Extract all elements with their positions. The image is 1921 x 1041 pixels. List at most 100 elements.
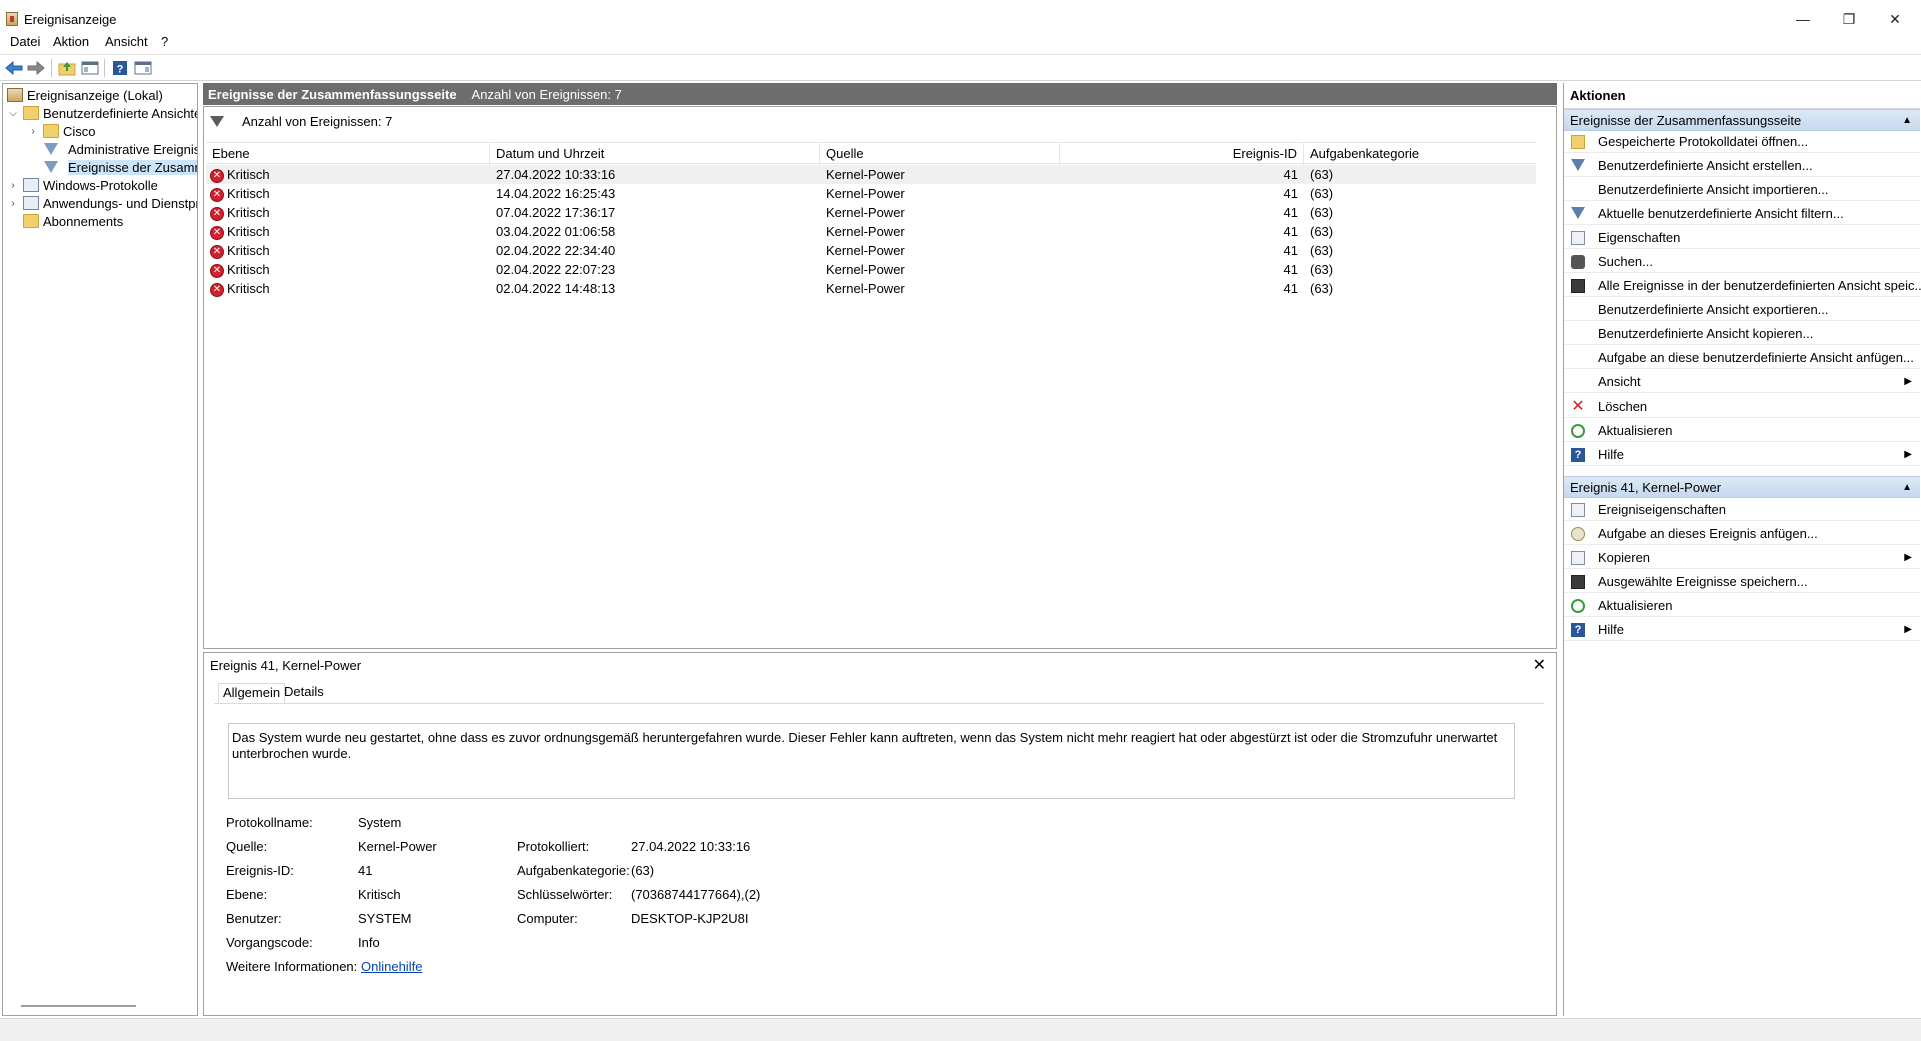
- source-cell: Kernel-Power: [826, 262, 905, 277]
- action-open-saved-log[interactable]: Gespeicherte Protokolldatei öffnen...: [1564, 131, 1920, 153]
- tree-item-root[interactable]: Ereignisanzeige (Lokal): [7, 86, 163, 104]
- opcode-label: Vorgangscode:: [226, 935, 313, 950]
- folder-up-icon[interactable]: [57, 59, 77, 77]
- event-viewer-icon: [7, 88, 23, 102]
- help-icon[interactable]: ?: [110, 59, 130, 77]
- action-event-properties[interactable]: Ereigniseigenschaften: [1564, 499, 1920, 521]
- column-header-level[interactable]: Ebene: [206, 143, 490, 165]
- attach-task-icon: [1571, 527, 1585, 541]
- action-create-custom-view[interactable]: Benutzerdefinierte Ansicht erstellen...: [1564, 155, 1920, 177]
- action-label: Kopieren: [1598, 550, 1651, 565]
- table-row[interactable]: ✕ Kritisch 02.04.2022 14:48:13 Kernel-Pow…: [206, 279, 1536, 298]
- column-header-datetime[interactable]: Datum und Uhrzeit: [490, 143, 820, 165]
- action-attach-task-event[interactable]: Aufgabe an dieses Ereignis anfügen...: [1564, 523, 1920, 545]
- event-id-value: 41: [358, 863, 373, 878]
- show-hide-tree-icon[interactable]: [80, 59, 100, 77]
- keywords-label: Schlüsselwörter:: [517, 887, 613, 902]
- menu-help[interactable]: ?: [161, 34, 168, 49]
- action-find[interactable]: Suchen...: [1564, 251, 1920, 273]
- level-text: Kritisch: [227, 262, 270, 277]
- toolbar-separator: [51, 59, 52, 77]
- tree-item-app-service-logs[interactable]: › Anwendungs- und Dienstprotokolle: [7, 194, 197, 212]
- forward-arrow-icon[interactable]: [26, 59, 46, 77]
- level-cell: ✕ Kritisch: [210, 222, 270, 241]
- chevron-right-icon[interactable]: ›: [27, 126, 39, 137]
- table-row[interactable]: ✕ Kritisch 27.04.2022 10:33:16 Kernel-Pow…: [206, 165, 1536, 184]
- filter-bar: Anzahl von Ereignissen: 7: [204, 107, 1556, 135]
- column-header-task-category[interactable]: Aufgabenkategorie: [1304, 143, 1536, 165]
- subscriptions-icon: [23, 214, 39, 228]
- horizontal-scrollbar[interactable]: [21, 1005, 136, 1007]
- online-help-link[interactable]: Onlinehilfe: [361, 959, 422, 974]
- action-copy[interactable]: Kopieren ▶: [1564, 547, 1920, 569]
- windows-logs-icon: [23, 178, 39, 192]
- computer-label: Computer:: [517, 911, 578, 926]
- critical-error-icon: ✕: [210, 168, 224, 183]
- action-view-submenu[interactable]: Ansicht ▶: [1564, 371, 1920, 393]
- level-text: Kritisch: [227, 205, 270, 220]
- tree-item-windows-logs[interactable]: › Windows-Protokolle: [7, 176, 158, 194]
- menu-datei[interactable]: Datei: [10, 34, 40, 49]
- menu-ansicht[interactable]: Ansicht: [105, 34, 148, 49]
- action-refresh-event[interactable]: Aktualisieren: [1564, 595, 1920, 617]
- help-icon: ?: [1571, 448, 1585, 462]
- action-save-all-events[interactable]: Alle Ereignisse in der benutzerdefiniert…: [1564, 275, 1921, 297]
- show-hide-action-pane-icon[interactable]: [133, 59, 153, 77]
- action-refresh[interactable]: Aktualisieren: [1564, 420, 1920, 442]
- tree-item-custom-views[interactable]: ⌵ Benutzerdefinierte Ansichten: [7, 104, 197, 122]
- column-header-source[interactable]: Quelle: [820, 143, 1060, 165]
- filter-event-count: Anzahl von Ereignissen: 7: [242, 113, 393, 129]
- action-help[interactable]: ? Hilfe ▶: [1564, 444, 1920, 466]
- event-viewer-app-icon: [6, 12, 18, 26]
- action-filter-current-view[interactable]: Aktuelle benutzerdefinierte Ansicht filt…: [1564, 203, 1920, 225]
- action-export-custom-view[interactable]: Benutzerdefinierte Ansicht exportieren..…: [1564, 299, 1920, 321]
- level-text: Kritisch: [227, 186, 270, 201]
- action-attach-task-view[interactable]: Aufgabe an diese benutzerdefinierte Ansi…: [1564, 347, 1920, 369]
- computer-value: DESKTOP-KJP2U8I: [631, 911, 749, 926]
- level-cell: ✕ Kritisch: [210, 165, 270, 184]
- event-detail-panel: Ereignis 41, Kernel-Power ✕ Allgemein De…: [203, 652, 1557, 1016]
- action-properties[interactable]: Eigenschaften: [1564, 227, 1920, 249]
- tree-label: Windows-Protokolle: [43, 177, 158, 193]
- tab-details[interactable]: Details: [280, 683, 328, 703]
- action-help-event[interactable]: ? Hilfe ▶: [1564, 619, 1920, 641]
- action-import-custom-view[interactable]: Benutzerdefinierte Ansicht importieren..…: [1564, 179, 1920, 201]
- table-row[interactable]: ✕ Kritisch 07.04.2022 17:36:17 Kernel-Pow…: [206, 203, 1536, 222]
- back-arrow-icon[interactable]: [4, 59, 24, 77]
- actions-section-summary[interactable]: Ereignisse der Zusammenfassungsseite ▲: [1564, 109, 1920, 131]
- minimize-button[interactable]: —: [1780, 6, 1826, 32]
- table-row[interactable]: ✕ Kritisch 14.04.2022 16:25:43 Kernel-Pow…: [206, 184, 1536, 203]
- action-label: Ausgewählte Ereignisse speichern...: [1598, 574, 1808, 589]
- event-id-cell: 41: [1283, 262, 1298, 277]
- restore-button[interactable]: ❐: [1826, 6, 1872, 32]
- table-row[interactable]: ✕ Kritisch 02.04.2022 22:07:23 Kernel-Pow…: [206, 260, 1536, 279]
- tab-allgemein[interactable]: Allgemein: [218, 683, 286, 703]
- action-save-selected-events[interactable]: Ausgewählte Ereignisse speichern...: [1564, 571, 1920, 593]
- chevron-down-icon[interactable]: ⌵: [7, 108, 19, 119]
- chevron-right-icon[interactable]: ›: [7, 198, 19, 209]
- actions-section-event[interactable]: Ereignis 41, Kernel-Power ▲: [1564, 476, 1920, 498]
- collapse-up-icon[interactable]: ▲: [1902, 110, 1912, 131]
- task-category-cell: (63): [1310, 205, 1334, 220]
- chevron-right-icon[interactable]: ›: [7, 180, 19, 191]
- collapse-up-icon[interactable]: ▲: [1902, 477, 1912, 498]
- tree-item-subscriptions[interactable]: Abonnements: [23, 212, 123, 230]
- folder-icon: [43, 124, 59, 138]
- tree-item-admin-events[interactable]: Administrative Ereignisse: [43, 140, 197, 158]
- menu-aktion[interactable]: Aktion: [53, 34, 89, 49]
- action-copy-custom-view[interactable]: Benutzerdefinierte Ansicht kopieren...: [1564, 323, 1920, 345]
- action-label: Löschen: [1598, 399, 1648, 414]
- action-label: Aufgabe an diese benutzerdefinierte Ansi…: [1598, 350, 1914, 365]
- table-row[interactable]: ✕ Kritisch 03.04.2022 01:06:58 Kernel-Pow…: [206, 222, 1536, 241]
- close-window-button[interactable]: ✕: [1872, 6, 1918, 32]
- tree-item-cisco[interactable]: › Cisco: [27, 122, 95, 140]
- task-category-cell: (63): [1310, 186, 1334, 201]
- table-row[interactable]: ✕ Kritisch 02.04.2022 22:34:40 Kernel-Pow…: [206, 241, 1536, 260]
- column-header-event-id[interactable]: Ereignis-ID: [1060, 143, 1304, 165]
- action-label: Gespeicherte Protokolldatei öffnen...: [1598, 134, 1809, 149]
- custom-views-folder-icon: [23, 106, 39, 120]
- close-detail-icon[interactable]: ✕: [1533, 655, 1546, 675]
- action-delete[interactable]: ✕ Löschen: [1564, 396, 1920, 418]
- tree-item-summary-events[interactable]: Ereignisse der Zusammenfassungsseite: [43, 158, 197, 176]
- log-name-label: Protokollname:: [226, 815, 313, 830]
